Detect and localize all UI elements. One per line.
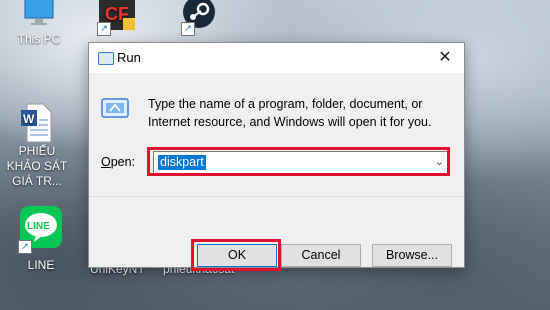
ok-highlight-box bbox=[191, 239, 281, 271]
this-pc-label: This PC bbox=[17, 32, 61, 46]
line-badge-text: LINE bbox=[27, 221, 50, 232]
close-button[interactable]: ✕ bbox=[432, 46, 458, 70]
shortcut-arrow-icon: ↗ bbox=[97, 22, 111, 36]
run-dialog: Run ✕ Type the name of a program, folder… bbox=[88, 42, 465, 271]
steam-icon: ↗ bbox=[181, 0, 217, 36]
steam-desktop-icon[interactable]: ↗ bbox=[164, 0, 234, 36]
dialog-footer: OK Cancel Browse... bbox=[89, 196, 464, 271]
open-label-accelerator: O bbox=[101, 155, 111, 169]
word-document-label: PHIẾU KHẢO SÁT GIÁ TR... bbox=[6, 144, 68, 188]
run-program-icon bbox=[101, 97, 129, 119]
dialog-description: Type the name of a program, folder, docu… bbox=[148, 97, 432, 129]
run-title-icon bbox=[98, 52, 114, 65]
shortcut-arrow-icon: ↗ bbox=[181, 22, 195, 36]
line-app-icon: LINE ↗ bbox=[18, 206, 64, 254]
line-desktop-icon[interactable]: LINE ↗ LINE bbox=[6, 206, 76, 273]
word-document-icon: W bbox=[21, 102, 53, 144]
this-pc-desktop-icon[interactable]: This PC bbox=[4, 0, 74, 47]
word-document-desktop-icon[interactable]: W PHIẾU KHẢO SÁT GIÁ TR... bbox=[2, 102, 72, 189]
game-app-icon: CF ↗ bbox=[97, 0, 137, 36]
open-label: Open: bbox=[101, 155, 135, 169]
dialog-body: Type the name of a program, folder, docu… bbox=[89, 73, 464, 271]
svg-text:W: W bbox=[23, 112, 35, 126]
game-app-desktop-icon[interactable]: CF ↗ bbox=[82, 0, 152, 36]
dialog-titlebar[interactable]: Run ✕ bbox=[89, 43, 464, 73]
open-label-text: pen: bbox=[110, 155, 136, 169]
dialog-title: Run bbox=[117, 50, 141, 65]
input-highlight-box bbox=[147, 147, 450, 176]
line-label: LINE bbox=[27, 258, 55, 272]
computer-icon bbox=[22, 0, 56, 32]
browse-button[interactable]: Browse... bbox=[372, 244, 452, 267]
shortcut-arrow-icon: ↗ bbox=[18, 240, 32, 254]
cancel-button[interactable]: Cancel bbox=[281, 244, 361, 267]
